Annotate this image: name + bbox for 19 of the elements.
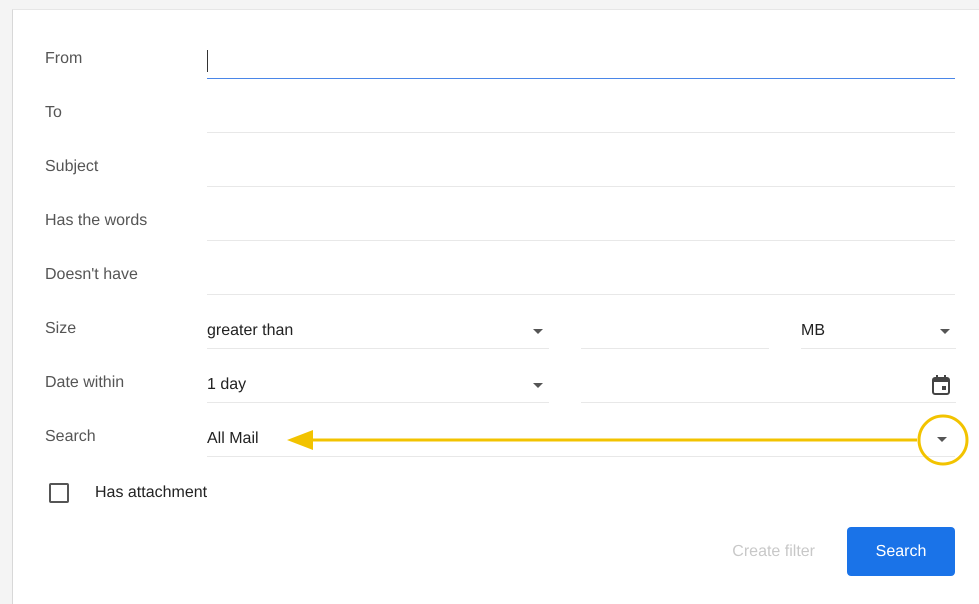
field-label: Date within bbox=[45, 374, 126, 393]
search-button[interactable]: Search bbox=[847, 527, 955, 576]
field-label: Search bbox=[45, 428, 97, 447]
caret-icon bbox=[533, 382, 543, 388]
caret-icon bbox=[940, 328, 950, 334]
calendar-icon[interactable] bbox=[932, 375, 950, 395]
checkbox-label: Has attachment bbox=[95, 484, 208, 502]
field-label: Doesn't have bbox=[45, 266, 139, 285]
size-operator-select[interactable]: greater than bbox=[207, 314, 549, 349]
caret-icon bbox=[937, 436, 947, 442]
field-label: From bbox=[45, 50, 84, 69]
date-range-select[interactable]: 1 day bbox=[207, 368, 549, 403]
field-label: Has the words bbox=[45, 212, 148, 231]
field-label: Size bbox=[45, 320, 78, 339]
size-unit-select[interactable]: MB bbox=[801, 314, 956, 349]
caret-icon bbox=[533, 328, 543, 334]
attachment-checkbox[interactable] bbox=[49, 483, 69, 503]
field-label: To bbox=[45, 104, 63, 123]
field-label: Subject bbox=[45, 158, 100, 177]
